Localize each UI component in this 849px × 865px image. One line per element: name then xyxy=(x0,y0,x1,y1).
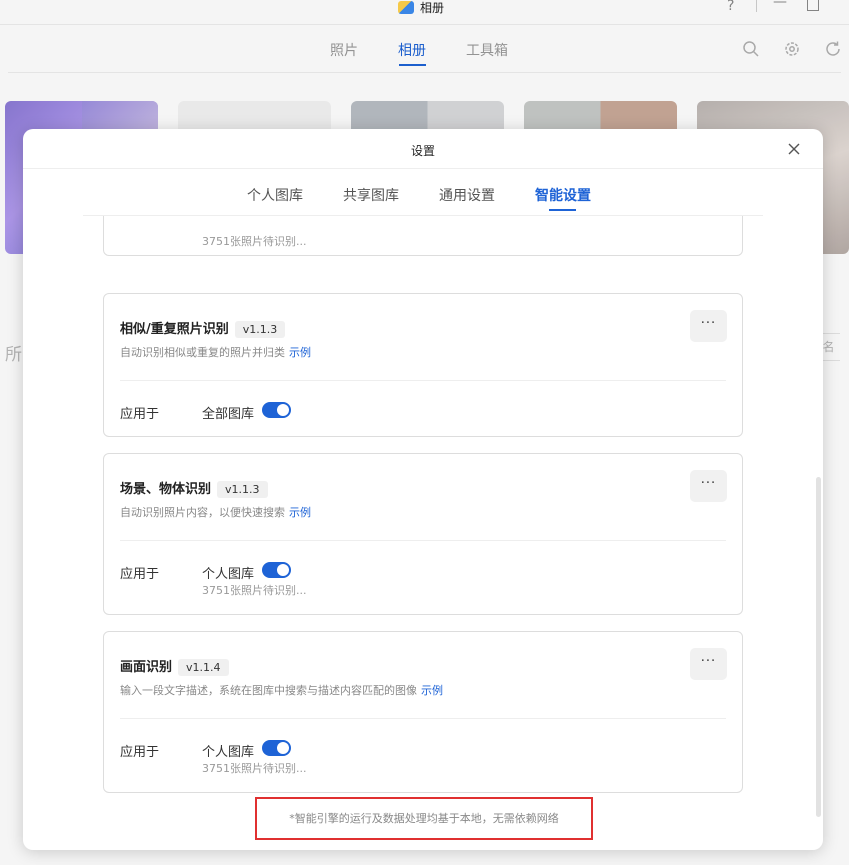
card-divider xyxy=(120,540,726,541)
feature-title-text: 画面识别 xyxy=(120,660,173,675)
feature-description-text: 输入一段文字描述，系统在图库中搜索与描述内容匹配的图像 xyxy=(120,684,417,697)
image-recognition-card: 画面识别 v1.1.4 输入一段文字描述，系统在图库中搜索与描述内容匹配的图像 示例… xyxy=(103,631,743,793)
similar-photo-card: 相似/重复照片识别 v1.1.3 自动识别相似或重复的照片并归类 示例 ··· 应用… xyxy=(103,293,743,437)
card-divider xyxy=(120,718,726,719)
dialog-title: 设置 xyxy=(410,144,435,158)
version-badge: v1.1.3 xyxy=(234,321,286,338)
feature-description-text: 自动识别照片内容，以便快速搜索 xyxy=(120,506,285,519)
more-button[interactable]: ··· xyxy=(690,470,727,502)
close-icon[interactable] xyxy=(786,141,802,157)
version-badge: v1.1.4 xyxy=(178,659,229,676)
version-badge: v1.1.3 xyxy=(217,481,268,498)
apply-target: 个人图库 xyxy=(202,567,255,582)
pending-count: 3751张照片待识别... xyxy=(202,235,307,248)
apply-label: 应用于 xyxy=(120,567,160,582)
feature-title-text: 场景、物体识别 xyxy=(120,482,212,497)
settings-scroll-area[interactable]: 3751张照片待识别... 相似/重复照片识别 v1.1.3 自动识别相似或重复的… xyxy=(23,216,823,850)
more-button[interactable]: ··· xyxy=(690,648,727,680)
pending-count: 3751张照片待识别... xyxy=(202,584,307,597)
apply-label: 应用于 xyxy=(120,407,160,422)
card-divider xyxy=(120,380,726,381)
tab-shared-library[interactable]: 共享图库 xyxy=(343,185,399,205)
scene-object-card: 场景、物体识别 v1.1.3 自动识别照片内容，以便快速搜索 示例 ··· 应用于 … xyxy=(103,453,743,615)
settings-tabs: 个人图库 共享图库 通用设置 智能设置 xyxy=(23,185,823,209)
feature-description: 自动识别照片内容，以便快速搜索 示例 xyxy=(120,504,311,520)
tab-personal-library[interactable]: 个人图库 xyxy=(247,185,303,205)
pending-count: 3751张照片待识别... xyxy=(202,762,307,775)
smart-feature-card: 3751张照片待识别... xyxy=(103,216,743,256)
feature-description: 自动识别相似或重复的照片并归类 示例 xyxy=(120,344,311,360)
example-link[interactable]: 示例 xyxy=(289,346,311,359)
dialog-header-divider xyxy=(23,168,823,169)
apply-target: 全部图库 xyxy=(202,407,255,422)
feature-toggle[interactable] xyxy=(262,562,291,578)
feature-title: 相似/重复照片识别 v1.1.3 xyxy=(120,318,286,338)
more-button[interactable]: ··· xyxy=(690,310,727,342)
example-link[interactable]: 示例 xyxy=(421,684,443,697)
feature-title: 画面识别 v1.1.4 xyxy=(120,656,229,676)
feature-title: 场景、物体识别 v1.1.3 xyxy=(120,478,268,498)
feature-description: 输入一段文字描述，系统在图库中搜索与描述内容匹配的图像 示例 xyxy=(120,682,443,698)
tab-smart-settings[interactable]: 智能设置 xyxy=(535,185,591,205)
example-link[interactable]: 示例 xyxy=(289,506,311,519)
local-processing-note: *智能引擎的运行及数据处理均基于本地，无需依赖网络 xyxy=(255,797,593,840)
apply-label: 应用于 xyxy=(120,745,160,760)
feature-description-text: 自动识别相似或重复的照片并归类 xyxy=(120,346,285,359)
feature-toggle[interactable] xyxy=(262,740,291,756)
active-settings-tab-underline xyxy=(549,209,576,211)
feature-toggle[interactable] xyxy=(262,402,291,418)
tab-general-settings[interactable]: 通用设置 xyxy=(439,185,495,205)
apply-target: 个人图库 xyxy=(202,745,255,760)
feature-title-text: 相似/重复照片识别 xyxy=(120,322,229,337)
scrollbar[interactable] xyxy=(816,477,821,817)
settings-dialog: 设置 个人图库 共享图库 通用设置 智能设置 3751张照片待识别... 相似/… xyxy=(23,129,823,850)
